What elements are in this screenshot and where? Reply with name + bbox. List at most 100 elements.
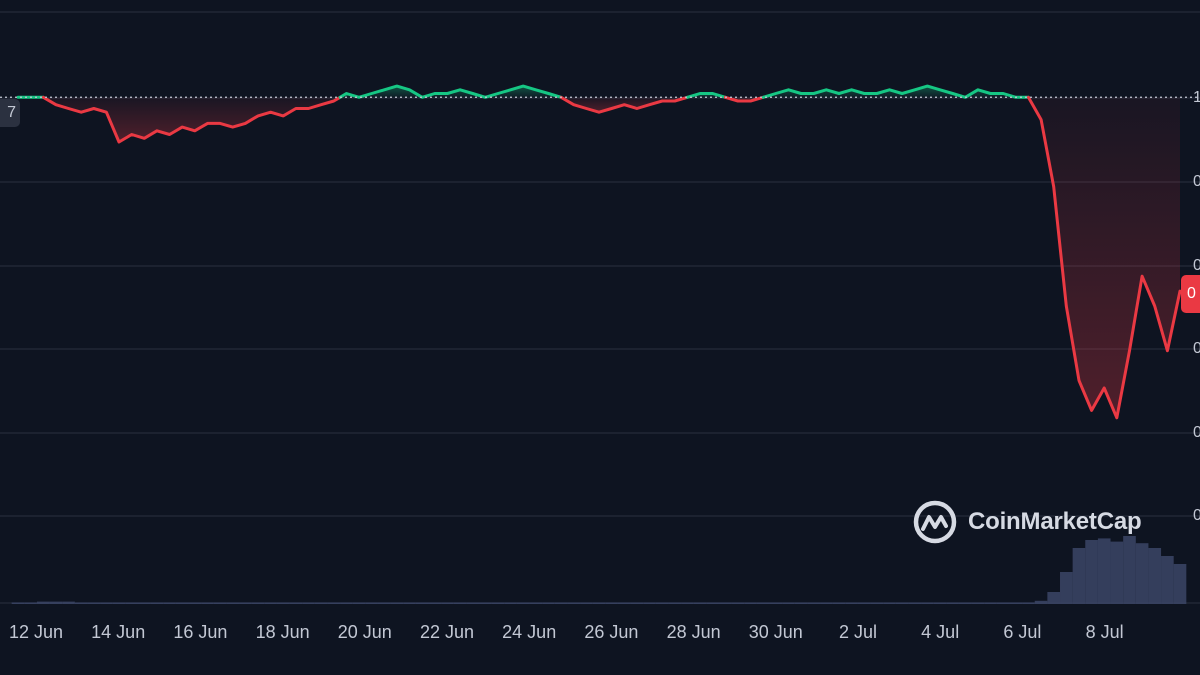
volume-bar bbox=[756, 602, 770, 604]
volume-bar bbox=[340, 602, 353, 604]
x-tick-label: 14 Jun bbox=[91, 622, 146, 642]
volume-bar bbox=[1047, 592, 1061, 604]
volume-bar bbox=[377, 602, 391, 604]
volume-bar bbox=[542, 602, 555, 604]
volume-bar bbox=[933, 602, 947, 604]
volume-bar bbox=[908, 602, 922, 604]
volume-bar bbox=[731, 602, 745, 604]
volume-bar bbox=[226, 602, 240, 604]
volume-bar bbox=[1060, 572, 1073, 604]
volume-bar bbox=[605, 602, 618, 604]
volume-bar bbox=[567, 602, 581, 604]
volume-bar bbox=[100, 602, 113, 604]
volume-bar bbox=[213, 602, 227, 604]
area-fill-down bbox=[1028, 97, 1180, 418]
volume-bar bbox=[996, 602, 1010, 604]
price-chart bbox=[0, 11, 1200, 604]
volume-bar bbox=[946, 602, 959, 604]
volume-bar bbox=[668, 602, 682, 604]
volume-bar bbox=[984, 602, 997, 604]
current-price-label: 0 bbox=[1181, 275, 1200, 313]
volume-bar bbox=[327, 602, 341, 604]
volume-bar bbox=[201, 602, 214, 604]
volume-bar bbox=[62, 601, 75, 604]
area-fill-down bbox=[43, 97, 341, 142]
volume-bar bbox=[971, 602, 985, 604]
volume-bar bbox=[630, 602, 644, 604]
volume-bar bbox=[1173, 564, 1187, 604]
x-tick-label: 8 Jul bbox=[1085, 622, 1124, 642]
volume-bar bbox=[74, 602, 88, 604]
volume-bar bbox=[276, 602, 290, 604]
volume-bar bbox=[1085, 540, 1098, 604]
volume-bar bbox=[251, 602, 265, 604]
x-tick-label: 20 Jun bbox=[337, 622, 392, 642]
volume-bar bbox=[554, 602, 568, 604]
volume-bar bbox=[769, 602, 783, 604]
volume-bar bbox=[175, 602, 189, 604]
x-tick-label: 30 Jun bbox=[748, 622, 803, 642]
volume-bar bbox=[516, 602, 530, 604]
volume-bar bbox=[529, 602, 543, 604]
x-tick-label: 2 Jul bbox=[838, 622, 878, 642]
watermark-text: CoinMarketCap bbox=[968, 508, 1142, 535]
x-tick-label: 6 Jul bbox=[1003, 622, 1042, 642]
x-tick-label: 18 Jun bbox=[255, 622, 310, 642]
volume-bar bbox=[1072, 548, 1086, 604]
volume-bar bbox=[264, 602, 277, 604]
y-tick-label: 0 bbox=[1193, 340, 1200, 357]
volume-bar bbox=[239, 602, 252, 604]
volume-bar bbox=[857, 602, 871, 604]
volume-bar bbox=[125, 602, 138, 604]
y-tick-label: 0 bbox=[1193, 424, 1200, 441]
volume-bar bbox=[24, 602, 37, 604]
x-tick-label: 16 Jun bbox=[173, 622, 228, 642]
volume-bar bbox=[87, 602, 101, 604]
volume-bar bbox=[365, 602, 378, 604]
volume-bar bbox=[693, 602, 707, 604]
volume-bar bbox=[718, 602, 732, 604]
x-tick-label: 24 Jun bbox=[502, 622, 557, 642]
x-tick-label: 28 Jun bbox=[666, 622, 721, 642]
volume-bar bbox=[150, 602, 164, 604]
volume-bar bbox=[390, 602, 404, 604]
volume-bar bbox=[441, 602, 454, 604]
volume-bar bbox=[1123, 536, 1136, 604]
volume-bar bbox=[744, 602, 757, 604]
volume-bar bbox=[36, 601, 50, 604]
volume-bar bbox=[782, 602, 795, 604]
coinmarketcap-watermark: CoinMarketCap bbox=[912, 498, 1142, 546]
volume-bar bbox=[706, 602, 719, 604]
price-line bbox=[16, 84, 1182, 420]
reference-price-label: 7 bbox=[0, 99, 20, 127]
y-tick-label: 0 bbox=[1193, 507, 1200, 524]
volume-bar bbox=[794, 602, 808, 604]
volume-bar bbox=[466, 602, 480, 604]
volume-bar bbox=[1097, 538, 1111, 604]
x-tick-label: 26 Jun bbox=[584, 622, 639, 642]
volume-bar bbox=[415, 602, 429, 604]
volume-bar bbox=[302, 602, 315, 604]
volume-bar bbox=[428, 602, 442, 604]
x-tick-label: 12 Jun bbox=[8, 622, 64, 642]
y-tick-label: 1 bbox=[1193, 89, 1200, 106]
y-tick-label: 0 bbox=[1193, 257, 1200, 274]
volume-bar bbox=[921, 602, 934, 604]
volume-bar bbox=[112, 602, 126, 604]
volume-bar bbox=[504, 602, 517, 604]
volume-bars bbox=[11, 536, 1187, 604]
volume-bar bbox=[681, 602, 694, 604]
volume-bar bbox=[617, 602, 631, 604]
volume-bar bbox=[163, 602, 176, 604]
volume-bar bbox=[832, 602, 846, 604]
volume-bar bbox=[592, 602, 606, 604]
volume-bar bbox=[1034, 600, 1048, 604]
volume-bar bbox=[870, 602, 884, 604]
volume-bar bbox=[314, 602, 328, 604]
volume-bar bbox=[820, 602, 833, 604]
volume-bar bbox=[895, 602, 909, 604]
volume-bar bbox=[1135, 543, 1149, 604]
volume-bar bbox=[352, 602, 366, 604]
volume-bar bbox=[580, 602, 593, 604]
volume-bar bbox=[137, 602, 151, 604]
